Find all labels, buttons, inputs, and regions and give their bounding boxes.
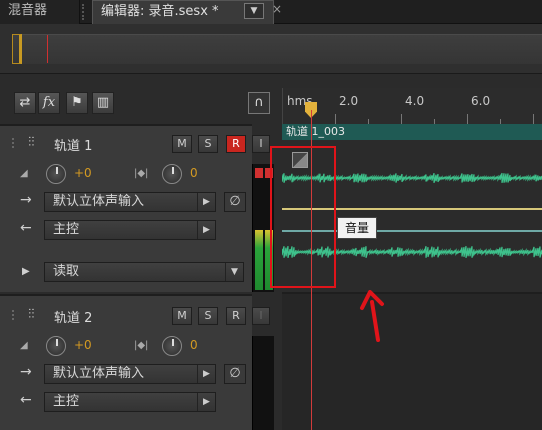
volume-icon: ◢ xyxy=(20,340,28,351)
phase-invert-button[interactable]: ∅ xyxy=(224,192,246,212)
arrow-right-icon: → xyxy=(20,364,32,380)
record-arm-button[interactable]: R xyxy=(226,307,246,325)
meter-peak xyxy=(255,168,263,178)
chevron-down-icon[interactable]: ▼ xyxy=(225,263,243,281)
pan-value[interactable]: 0 xyxy=(190,166,198,180)
chevron-right-icon[interactable]: ▶ xyxy=(197,393,215,411)
meter-bar-left xyxy=(255,230,263,290)
volume-icon: ◢ xyxy=(20,168,28,179)
ruler-label: 4.0 xyxy=(405,94,425,108)
ruler-label: 6.0 xyxy=(471,94,491,108)
mute-button[interactable]: M xyxy=(172,135,192,153)
input-select[interactable]: 默认立体声输入 ▶ xyxy=(44,192,216,212)
eq-bars-icon[interactable]: ▥ xyxy=(92,92,114,114)
chevron-down-icon[interactable]: ▼ xyxy=(244,3,264,19)
tab-grip-icon[interactable] xyxy=(82,4,88,20)
volume-knob[interactable] xyxy=(46,164,66,184)
input-select-value: 默认立体声输入 xyxy=(53,194,145,209)
output-select-value: 主控 xyxy=(53,394,80,409)
output-select[interactable]: 主控 ▶ xyxy=(44,220,216,240)
arrow-left-icon: ← xyxy=(20,220,32,236)
tooltip: 音量 xyxy=(337,217,377,239)
annotation-highlight-box xyxy=(270,146,336,288)
pan-knob[interactable] xyxy=(162,336,182,356)
ruler-tick xyxy=(533,114,534,124)
tab-mixer-label: 混音器 xyxy=(8,3,48,18)
ruler-tick xyxy=(401,114,402,124)
track-header-1: ⫶⫶ 轨道 1 M S R I ◢ +0 |◆| 0 → 默认立体声输入 ▶ ∅… xyxy=(0,124,270,292)
track-2-level-meter xyxy=(252,336,274,430)
solo-button[interactable]: S xyxy=(198,135,218,153)
headphones-icon[interactable]: ∩ xyxy=(248,92,270,114)
track-grip-icon[interactable] xyxy=(12,138,16,148)
fx-icon[interactable]: fx xyxy=(38,92,60,114)
send-icon[interactable]: ⚑ xyxy=(66,92,88,114)
input-select[interactable]: 默认立体声输入 ▶ xyxy=(44,364,216,384)
annotation-arrow-icon xyxy=(360,290,384,342)
record-arm-button[interactable]: R xyxy=(226,135,246,153)
volume-value[interactable]: +0 xyxy=(74,338,92,352)
track-name[interactable]: 轨道 1 xyxy=(54,135,92,154)
pan-value[interactable]: 0 xyxy=(190,338,198,352)
panel-tab-bar: 混音器 编辑器: 录音.sesx * ▼ × xyxy=(0,0,542,24)
navigator-track[interactable] xyxy=(12,34,542,64)
output-select-value: 主控 xyxy=(53,222,80,237)
track-toolbar: ⇄ fx ⚑ ▥ ∩ xyxy=(0,88,282,120)
chevron-right-icon[interactable]: ▶ xyxy=(197,193,215,211)
chevron-right-icon[interactable]: ▶ xyxy=(197,221,215,239)
tab-mixer[interactable]: 混音器 xyxy=(0,0,84,24)
solo-button[interactable]: S xyxy=(198,307,218,325)
waveform-icon: ⫶⫶ xyxy=(28,135,35,150)
phase-invert-button[interactable]: ∅ xyxy=(224,364,246,384)
track-grip-icon[interactable] xyxy=(12,310,16,320)
close-icon[interactable]: × xyxy=(272,2,282,18)
ruler-label: 2.0 xyxy=(339,94,359,108)
tab-editor-label: 编辑器: 录音.sesx * xyxy=(101,4,219,19)
ruler-tick xyxy=(467,114,468,124)
clip-title-bar[interactable]: 轨道 1_003 xyxy=(282,124,542,140)
track-name[interactable]: 轨道 2 xyxy=(54,307,92,326)
swap-icon[interactable]: ⇄ xyxy=(14,92,36,114)
arrow-right-icon: → xyxy=(20,192,32,208)
input-select-value: 默认立体声输入 xyxy=(53,366,145,381)
input-monitor-button[interactable]: I xyxy=(252,135,270,153)
volume-value[interactable]: +0 xyxy=(74,166,92,180)
automation-mode-value: 读取 xyxy=(53,264,80,279)
chevron-right-icon[interactable]: ▶ xyxy=(197,365,215,383)
track-header-2: ⫶⫶ 轨道 2 M S R I ◢ +0 |◆| 0 → 默认立体声输入 ▶ ∅… xyxy=(0,294,270,430)
pan-icon: |◆| xyxy=(134,340,149,351)
mute-button[interactable]: M xyxy=(172,307,192,325)
output-select[interactable]: 主控 ▶ xyxy=(44,392,216,412)
time-ruler[interactable]: hms 2.0 4.0 6.0 xyxy=(282,88,542,124)
arrow-left-icon: ← xyxy=(20,392,32,408)
automation-mode-select[interactable]: 读取 ▼ xyxy=(44,262,244,282)
clip-name: 轨道 1_003 xyxy=(286,125,345,138)
waveform-icon: ⫶⫶ xyxy=(28,307,35,322)
pan-knob[interactable] xyxy=(162,164,182,184)
volume-knob[interactable] xyxy=(46,336,66,356)
navigator-handle[interactable] xyxy=(12,34,22,64)
expand-automation-icon[interactable]: ▶ xyxy=(22,266,30,277)
navigator-playhead-marker xyxy=(47,35,48,63)
ruler-tick xyxy=(335,114,336,124)
input-monitor-button[interactable]: I xyxy=(252,307,270,325)
zoom-navigator xyxy=(0,24,542,74)
track-2-lane[interactable] xyxy=(282,294,542,430)
pan-icon: |◆| xyxy=(134,168,149,179)
